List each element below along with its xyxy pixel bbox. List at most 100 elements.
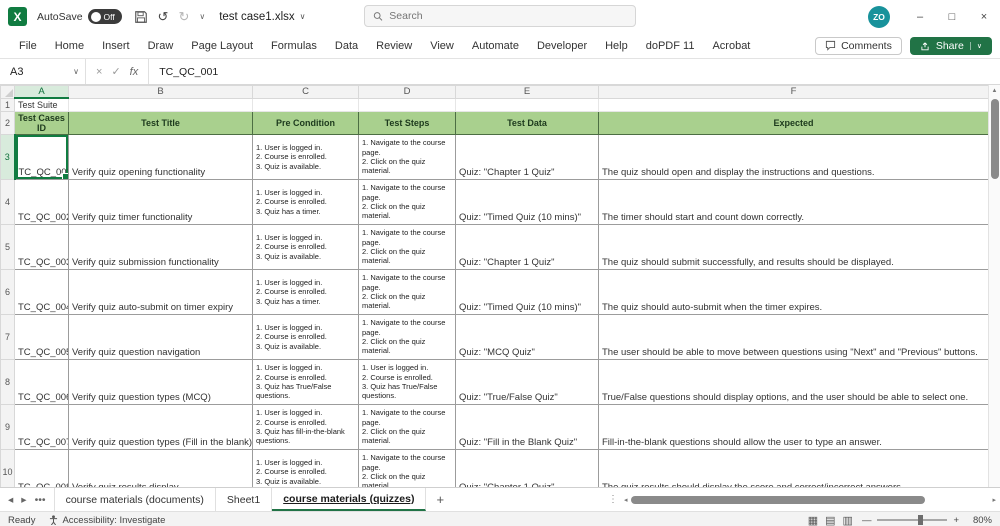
cell-title-row6[interactable]: Verify quiz auto-submit on timer expiry bbox=[68, 269, 253, 315]
sheet-tab-course-materials-documents[interactable]: course materials (documents) bbox=[53, 488, 216, 511]
normal-view-icon[interactable]: ▦ bbox=[808, 514, 818, 526]
cell-expected-row8[interactable]: True/False questions should display opti… bbox=[598, 359, 989, 405]
comments-button[interactable]: Comments bbox=[815, 36, 902, 55]
select-all-corner[interactable] bbox=[0, 85, 15, 99]
header-cell-test-cases-id[interactable]: Test Cases ID bbox=[14, 111, 69, 135]
row-header-1[interactable]: 1 bbox=[0, 97, 15, 112]
tab-more-icon[interactable]: ••• bbox=[35, 494, 46, 506]
tab-scroll-right-icon[interactable]: ▸ bbox=[21, 494, 26, 506]
ribbon-tab-acrobat[interactable]: Acrobat bbox=[703, 36, 759, 56]
ribbon-tab-developer[interactable]: Developer bbox=[528, 36, 596, 56]
document-title[interactable]: test case1.xlsx ∨ bbox=[219, 11, 305, 23]
cell-title-row8[interactable]: Verify quiz question types (MCQ) bbox=[68, 359, 253, 405]
row-header-2[interactable]: 2 bbox=[0, 111, 15, 135]
sheet-tab-course-materials-quizzes[interactable]: course materials (quizzes) bbox=[272, 488, 427, 511]
row-header-4[interactable]: 4 bbox=[0, 179, 15, 225]
user-avatar[interactable]: ZO bbox=[868, 5, 890, 28]
scroll-up-icon[interactable]: ▲ bbox=[992, 85, 998, 97]
row-header-7[interactable]: 7 bbox=[0, 314, 15, 360]
cell-pre-row4[interactable]: 1. User is logged in. 2. Course is enrol… bbox=[252, 179, 359, 225]
maximize-button[interactable]: □ bbox=[936, 0, 968, 33]
cell-row1-empty[interactable] bbox=[455, 97, 599, 112]
header-cell-pre-condition[interactable]: Pre Condition bbox=[252, 111, 359, 135]
scroll-right-icon[interactable]: ▸ bbox=[992, 496, 996, 504]
cell-steps-row8[interactable]: 1. User is logged in. 2. Course is enrol… bbox=[358, 359, 456, 405]
excel-logo-icon[interactable]: X bbox=[8, 7, 27, 26]
header-cell-expected[interactable]: Expected bbox=[598, 111, 989, 135]
cell-row1-empty[interactable] bbox=[252, 97, 359, 112]
vertical-scrollbar[interactable]: ▲ bbox=[988, 85, 1000, 487]
cell-steps-row7[interactable]: 1. Navigate to the course page. 2. Click… bbox=[358, 314, 456, 360]
name-box[interactable]: A3 ∨ bbox=[0, 59, 86, 84]
zoom-out-icon[interactable]: — bbox=[862, 515, 872, 526]
horizontal-scroll-track[interactable] bbox=[630, 495, 990, 505]
autosave-control[interactable]: AutoSave Off bbox=[37, 9, 122, 24]
cell-expected-row6[interactable]: The quiz should auto-submit when the tim… bbox=[598, 269, 989, 315]
sheet-tab-sheet1[interactable]: Sheet1 bbox=[216, 488, 273, 511]
redo-icon[interactable]: ↻ bbox=[178, 9, 189, 25]
page-layout-view-icon[interactable]: ▤ bbox=[825, 514, 835, 526]
cancel-entry-icon[interactable]: × bbox=[96, 66, 102, 78]
cell-pre-row3[interactable]: 1. User is logged in. 2. Course is enrol… bbox=[252, 134, 359, 180]
cell-data-row3[interactable]: Quiz: "Chapter 1 Quiz" bbox=[455, 134, 599, 180]
cell-title-row4[interactable]: Verify quiz timer functionality bbox=[68, 179, 253, 225]
column-header-d[interactable]: D bbox=[358, 85, 456, 99]
row-header-3[interactable]: 3 bbox=[0, 134, 16, 180]
cell-expected-row7[interactable]: The user should be able to move between … bbox=[598, 314, 989, 360]
cell-expected-row3[interactable]: The quiz should open and display the ins… bbox=[598, 134, 989, 180]
cell-title-row5[interactable]: Verify quiz submission functionality bbox=[68, 224, 253, 270]
ribbon-tab-data[interactable]: Data bbox=[326, 36, 367, 56]
header-cell-test-data[interactable]: Test Data bbox=[455, 111, 599, 135]
cell-expected-row9[interactable]: Fill-in-the-blank questions should allow… bbox=[598, 404, 989, 450]
insert-function-icon[interactable]: fx bbox=[130, 66, 139, 78]
share-caret-icon[interactable]: ∨ bbox=[969, 41, 982, 50]
ribbon-tab-view[interactable]: View bbox=[421, 36, 463, 56]
cell-id-row8[interactable]: TC_QC_006 bbox=[14, 359, 69, 405]
header-cell-test-title[interactable]: Test Title bbox=[68, 111, 253, 135]
zoom-in-icon[interactable]: + bbox=[953, 515, 959, 526]
cell-pre-row7[interactable]: 1. User is logged in. 2. Course is enrol… bbox=[252, 314, 359, 360]
search-input[interactable] bbox=[389, 10, 627, 22]
cell-data-row7[interactable]: Quiz: "MCQ Quiz" bbox=[455, 314, 599, 360]
confirm-entry-icon[interactable]: ✓ bbox=[111, 65, 120, 78]
tab-splitter-icon[interactable]: ⋮ bbox=[608, 494, 618, 505]
cell-id-row5[interactable]: TC_QC_003 bbox=[14, 224, 69, 270]
save-icon[interactable] bbox=[134, 10, 148, 24]
row-header-5[interactable]: 5 bbox=[0, 224, 15, 270]
ribbon-tab-automate[interactable]: Automate bbox=[463, 36, 528, 56]
header-cell-test-steps[interactable]: Test Steps bbox=[358, 111, 456, 135]
undo-icon[interactable]: ↺ bbox=[158, 9, 169, 25]
cell-pre-row9[interactable]: 1. User is logged in. 2. Course is enrol… bbox=[252, 404, 359, 450]
cell-steps-row3[interactable]: 1. Navigate to the course page. 2. Click… bbox=[358, 134, 456, 180]
cell-id-row6[interactable]: TC_QC_004 bbox=[14, 269, 69, 315]
share-button[interactable]: Share ∨ bbox=[909, 36, 992, 55]
customize-toolbar-caret-icon[interactable]: ∨ bbox=[199, 12, 205, 21]
horizontal-scrollbar[interactable]: ◂ ▸ bbox=[624, 495, 996, 505]
cell-id-row4[interactable]: TC_QC_002 bbox=[14, 179, 69, 225]
cell-steps-row6[interactable]: 1. Navigate to the course page. 2. Click… bbox=[358, 269, 456, 315]
column-header-e[interactable]: E bbox=[455, 85, 599, 99]
cell-expected-row5[interactable]: The quiz should submit successfully, and… bbox=[598, 224, 989, 270]
ribbon-tab-file[interactable]: File bbox=[10, 36, 46, 56]
cell-pre-row8[interactable]: 1. User is logged in. 2. Course is enrol… bbox=[252, 359, 359, 405]
cell-data-row9[interactable]: Quiz: "Fill in the Blank Quiz" bbox=[455, 404, 599, 450]
cell-title-row7[interactable]: Verify quiz question navigation bbox=[68, 314, 253, 360]
column-header-f[interactable]: F bbox=[598, 85, 989, 99]
cell-row1-empty[interactable] bbox=[358, 97, 456, 112]
accessibility-status[interactable]: Accessibility: Investigate bbox=[49, 515, 165, 526]
autosave-toggle[interactable]: Off bbox=[87, 9, 122, 24]
vertical-scroll-thumb[interactable] bbox=[990, 99, 999, 179]
formula-bar-content[interactable]: TC_QC_001 bbox=[149, 59, 1000, 84]
cell-id-row9[interactable]: TC_QC_007 bbox=[14, 404, 69, 450]
cell-steps-row5[interactable]: 1. Navigate to the course page. 2. Click… bbox=[358, 224, 456, 270]
close-button[interactable]: × bbox=[968, 0, 1000, 33]
ribbon-tab-dopdf-11[interactable]: doPDF 11 bbox=[637, 36, 704, 56]
search-box[interactable] bbox=[364, 5, 636, 27]
cell-data-row4[interactable]: Quiz: "Timed Quiz (10 mins)" bbox=[455, 179, 599, 225]
ribbon-tab-page-layout[interactable]: Page Layout bbox=[182, 36, 262, 56]
cell-steps-row9[interactable]: 1. Navigate to the course page. 2. Click… bbox=[358, 404, 456, 450]
row-header-9[interactable]: 9 bbox=[0, 404, 15, 450]
ribbon-tab-formulas[interactable]: Formulas bbox=[262, 36, 326, 56]
cell-data-row5[interactable]: Quiz: "Chapter 1 Quiz" bbox=[455, 224, 599, 270]
cell-steps-row4[interactable]: 1. Navigate to the course page. 2. Click… bbox=[358, 179, 456, 225]
